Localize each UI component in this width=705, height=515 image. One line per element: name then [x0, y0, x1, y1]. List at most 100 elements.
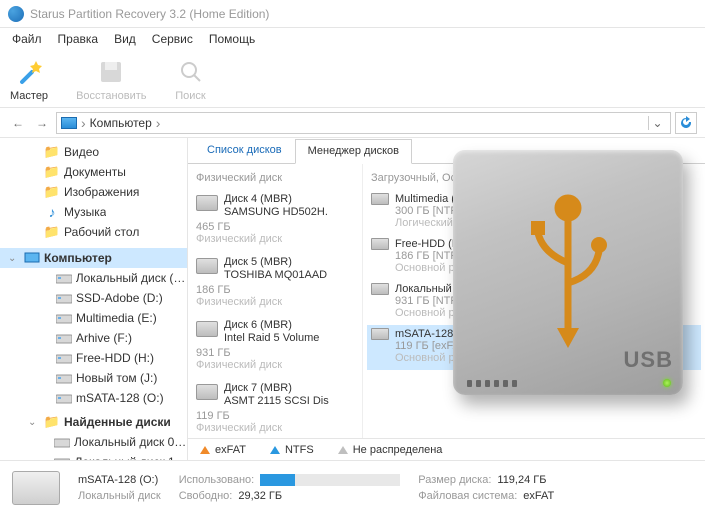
- hdd-icon: [196, 384, 218, 400]
- tree-found-drive[interactable]: Локальный диск 1 (Нов: [0, 452, 187, 460]
- physical-disk-item[interactable]: Диск 4 (MBR)SAMSUNG HD502H.465 ГБФизичес…: [196, 190, 354, 253]
- chevron-down-icon[interactable]: ⌄: [648, 116, 666, 130]
- tree-computer-label: Компьютер: [44, 251, 112, 265]
- folder-icon: 📁: [44, 145, 60, 159]
- tree-folder[interactable]: 📁Рабочий стол: [0, 222, 187, 242]
- hdd-icon: [196, 321, 218, 337]
- tree-drive[interactable]: Free-HDD (H:): [0, 348, 187, 368]
- drive-icon: [56, 291, 72, 305]
- status-free-value: 29,32 ГБ: [238, 490, 282, 502]
- status-used-label: Использовано:: [179, 474, 255, 486]
- tree-item-label: Локальный диск 1 (Нов: [74, 455, 187, 460]
- boot-info-header: Загрузочный, Основной раздел: [371, 168, 697, 190]
- legend-unallocated: Не распределена: [338, 444, 443, 456]
- folder-icon: 📁: [44, 225, 60, 239]
- statusbar: mSATA-128 (O:) Локальный диск Использова…: [0, 460, 705, 515]
- partition-info: 300 ГБ [NTFS]: [395, 205, 697, 217]
- tree-drive[interactable]: Multimedia (E:): [0, 308, 187, 328]
- disk-size: 119 ГБ: [196, 410, 354, 422]
- status-size-value: 119,24 ГБ: [497, 474, 546, 486]
- hdd-icon: [371, 193, 389, 205]
- nav-forward-icon[interactable]: →: [32, 113, 52, 133]
- disk-size: 931 ГБ: [196, 347, 354, 359]
- disk-name: Диск 7 (MBR)ASMT 2115 SCSI Dis: [224, 382, 329, 408]
- app-icon: [8, 6, 24, 22]
- disk-type: Физический диск: [196, 296, 354, 308]
- navbar: ← → Компьютер ⌄: [0, 108, 705, 138]
- tabs: Список дисков Менеджер дисков: [188, 138, 705, 164]
- tree-drive[interactable]: mSATA-128 (O:): [0, 388, 187, 408]
- disk-size: 186 ГБ: [196, 284, 354, 296]
- tree-folder[interactable]: 📁Документы: [0, 162, 187, 182]
- nav-back-icon[interactable]: ←: [8, 113, 28, 133]
- hdd-icon: [371, 328, 389, 340]
- sidebar: 📁Видео📁Документы📁Изображения♪Музыка📁Рабо…: [0, 138, 188, 460]
- tree-computer[interactable]: ⌄ Компьютер: [0, 248, 187, 268]
- collapse-icon[interactable]: ⌄: [28, 417, 40, 428]
- partition-type: Логический диск: [395, 217, 697, 229]
- tree-drive[interactable]: SSD-Adobe (D:): [0, 288, 187, 308]
- logical-disk-item[interactable]: mSATA-128 (O:)119 ГБ [exFAT]Основной раз…: [367, 325, 701, 370]
- tree-found-drive[interactable]: Локальный диск 0 (Заре: [0, 432, 187, 452]
- status-drive-name: mSATA-128 (O:): [78, 474, 161, 486]
- legend: exFAT NTFS Не распределена: [188, 438, 705, 460]
- partition-name: Локальный диск 2.: [395, 283, 490, 295]
- drive-icon: [12, 471, 60, 505]
- menu-service[interactable]: Сервис: [146, 30, 199, 48]
- tree-found-disks[interactable]: ⌄ 📁 Найденные диски: [0, 412, 187, 432]
- tab-disk-list[interactable]: Список дисков: [194, 138, 295, 163]
- menu-view[interactable]: Вид: [108, 30, 142, 48]
- tree-found-label: Найденные диски: [64, 415, 171, 429]
- hdd-icon: [196, 195, 218, 211]
- menu-help[interactable]: Помощь: [203, 30, 261, 48]
- partition-name: Multimedia (E:): [395, 193, 469, 205]
- physical-disk-item[interactable]: Диск 5 (MBR)TOSHIBA MQ01AAD 186 ГБФизичес…: [196, 253, 354, 316]
- logical-disks-column: Загрузочный, Основной раздел Multimedia …: [363, 164, 705, 438]
- tree-item-label: Изображения: [64, 185, 139, 199]
- tree-item-label: Multimedia (E:): [76, 311, 157, 325]
- tree-folder[interactable]: ♪Музыка: [0, 202, 187, 222]
- folder-icon: 📁: [44, 415, 60, 429]
- tree-folder[interactable]: 📁 Видео: [0, 142, 187, 162]
- physical-disk-item[interactable]: Диск 6 (MBR)Intel Raid 5 Volume931 ГБФиз…: [196, 316, 354, 379]
- breadcrumb[interactable]: Компьютер ⌄: [56, 112, 671, 134]
- refresh-button[interactable]: [675, 112, 697, 134]
- tree-folder[interactable]: 📁Изображения: [0, 182, 187, 202]
- hdd-icon: [196, 258, 218, 274]
- drive-icon: [56, 331, 72, 345]
- disk-name: Диск 5 (MBR)TOSHIBA MQ01AAD: [224, 256, 327, 282]
- menu-file[interactable]: Файл: [6, 30, 48, 48]
- tree-drive[interactable]: Локальный диск (C:): [0, 268, 187, 288]
- triangle-icon: [338, 446, 348, 454]
- breadcrumb-sep-icon: [81, 115, 86, 131]
- partition-name: Free-HDD (H:): [395, 238, 467, 250]
- physical-header: Физический диск: [196, 168, 354, 190]
- tab-disk-manager[interactable]: Менеджер дисков: [295, 139, 412, 164]
- logical-disk-item[interactable]: Multimedia (E:)300 ГБ [NTFS]Логический д…: [371, 190, 697, 235]
- restore-label: Восстановить: [76, 90, 146, 102]
- refresh-icon: [679, 116, 693, 130]
- tree-drive[interactable]: Arhive (F:): [0, 328, 187, 348]
- wizard-button[interactable]: Мастер: [10, 56, 48, 102]
- menubar: Файл Правка Вид Сервис Помощь: [0, 28, 705, 50]
- triangle-icon: [200, 446, 210, 454]
- status-drive-type: Локальный диск: [78, 490, 161, 502]
- search-label: Поиск: [175, 90, 205, 102]
- breadcrumb-label: Компьютер: [90, 116, 152, 130]
- tree-item-label: Видео: [64, 145, 99, 159]
- collapse-icon[interactable]: ⌄: [8, 253, 20, 264]
- logical-disk-item[interactable]: Free-HDD (H:)186 ГБ [NTFS]Основной разде…: [371, 235, 697, 280]
- legend-ntfs: NTFS: [270, 444, 314, 456]
- tree-drive[interactable]: Новый том (J:): [0, 368, 187, 388]
- tree-item-label: Локальный диск (C:): [76, 271, 187, 285]
- drive-icon: [54, 435, 70, 449]
- physical-disk-item[interactable]: Диск 7 (MBR)ASMT 2115 SCSI Dis119 ГБФизи…: [196, 379, 354, 438]
- save-icon: [95, 56, 127, 88]
- partition-type: Основной раздел: [395, 352, 697, 364]
- partition-type: Основной раздел: [395, 307, 697, 319]
- menu-edit[interactable]: Правка: [52, 30, 105, 48]
- drive-icon: [54, 455, 70, 460]
- main-area: 📁Видео📁Документы📁Изображения♪Музыка📁Рабо…: [0, 138, 705, 460]
- wizard-label: Мастер: [10, 90, 48, 102]
- logical-disk-item[interactable]: Локальный диск 2.931 ГБ [NTFS]Основной р…: [371, 280, 697, 325]
